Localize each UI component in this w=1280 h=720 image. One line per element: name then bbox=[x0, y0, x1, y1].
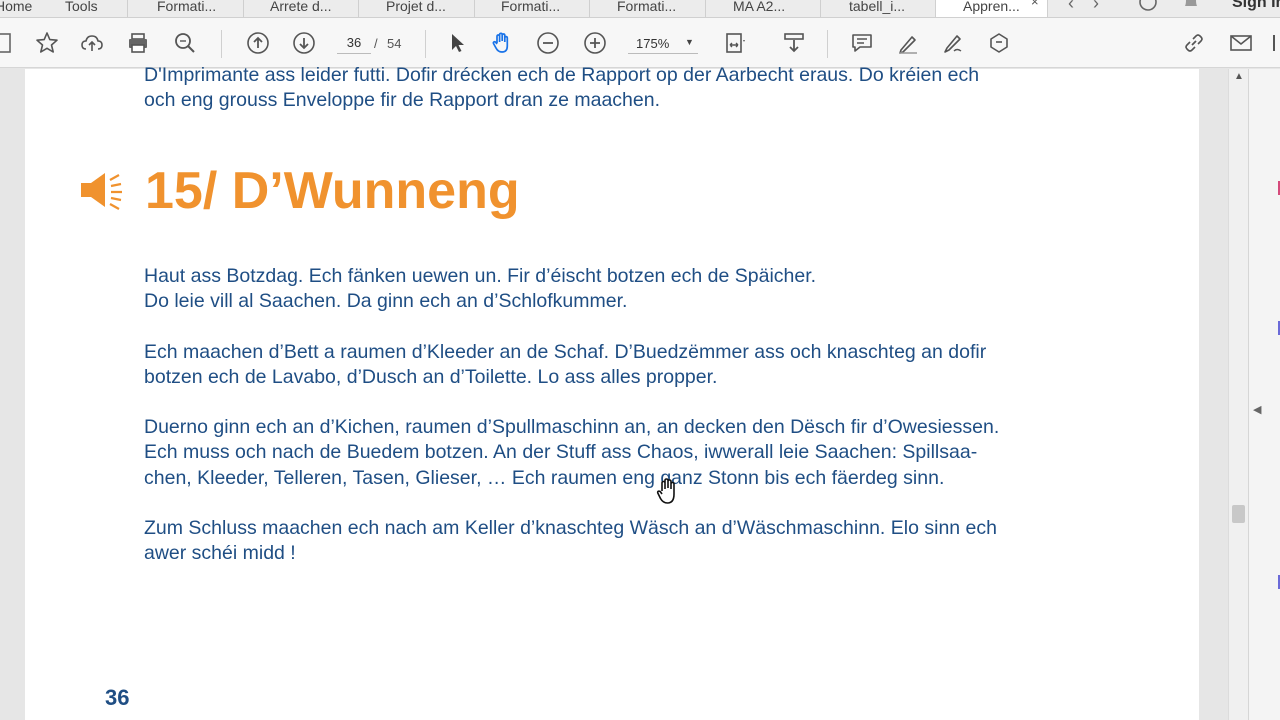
email-icon[interactable] bbox=[1229, 31, 1253, 55]
scroll-mode-icon[interactable] bbox=[782, 31, 806, 55]
toolbar-divider bbox=[221, 30, 222, 58]
tab-home[interactable]: Home bbox=[0, 0, 32, 17]
zoom-search-icon[interactable] bbox=[173, 31, 197, 55]
tab-document[interactable]: Formati... bbox=[617, 0, 676, 17]
bookmark-star-icon[interactable] bbox=[35, 31, 59, 55]
body-text-line: Duerno ginn ech an d’Kichen, raumen d’Sp… bbox=[144, 416, 1000, 438]
tab-divider bbox=[127, 0, 128, 17]
share-link-icon[interactable] bbox=[1182, 31, 1206, 55]
page-up-icon[interactable] bbox=[246, 31, 270, 55]
tab-document[interactable]: Formati... bbox=[157, 0, 216, 17]
tab-document[interactable]: Arrete d... bbox=[270, 0, 331, 17]
page-total: 54 bbox=[387, 36, 402, 51]
sign-in-link[interactable]: Sign In bbox=[1232, 0, 1280, 12]
tab-tools[interactable]: Tools bbox=[65, 0, 98, 17]
vertical-scrollbar[interactable]: ▲ bbox=[1228, 69, 1248, 720]
body-text-line: Zum Schluss maachen ech nach am Keller d… bbox=[144, 517, 997, 539]
body-text-line: botzen ech de Lavabo, d’Dusch an d’Toile… bbox=[144, 366, 718, 388]
body-text-line: Haut ass Botzdag. Ech fänken uewen un. F… bbox=[144, 265, 817, 287]
tab-divider bbox=[474, 0, 475, 17]
page-number-input[interactable] bbox=[337, 32, 371, 54]
pdf-page: D'Imprimante ass leider futti. Dofir dré… bbox=[25, 64, 1199, 720]
cloud-upload-icon[interactable] bbox=[80, 31, 104, 55]
stamp-icon[interactable] bbox=[987, 31, 1011, 55]
tab-divider bbox=[243, 0, 244, 17]
document-viewer[interactable]: D'Imprimante ass leider futti. Dofir dré… bbox=[0, 64, 1228, 720]
tab-document[interactable]: MA A2... bbox=[733, 0, 785, 17]
body-text-line: D'Imprimante ass leider futti. Dofir dré… bbox=[144, 64, 980, 86]
body-text-line: Ech maachen d’Bett a raumen d’Kleeder an… bbox=[144, 341, 987, 363]
tab-close-icon[interactable]: × bbox=[1031, 0, 1039, 9]
scroll-up-icon[interactable]: ▲ bbox=[1234, 71, 1244, 82]
tab-document[interactable]: tabell_i... bbox=[849, 0, 905, 17]
sign-pen-icon[interactable] bbox=[941, 31, 965, 55]
tab-divider bbox=[820, 0, 821, 17]
collapse-pane-icon[interactable]: ◀ bbox=[1253, 403, 1261, 416]
document-tab-bar: Home Tools Formati... Arrete d... Projet… bbox=[0, 0, 1280, 18]
body-text-line: Do leie vill al Saachen. Da ginn ech an … bbox=[144, 290, 628, 312]
tab-document[interactable]: Formati... bbox=[501, 0, 560, 17]
page-number-label: 36 bbox=[105, 685, 130, 710]
hand-cursor-icon bbox=[655, 477, 681, 507]
help-icon[interactable] bbox=[1138, 0, 1158, 17]
print-icon[interactable] bbox=[126, 31, 150, 55]
section-heading: 15/ D’Wunneng bbox=[145, 162, 520, 220]
toolbar-divider bbox=[827, 30, 828, 58]
tab-divider bbox=[358, 0, 359, 17]
notification-bell-icon[interactable] bbox=[1181, 0, 1201, 17]
tab-divider bbox=[705, 0, 706, 17]
highlight-pen-icon[interactable] bbox=[896, 31, 920, 55]
more-icon[interactable] bbox=[1268, 31, 1280, 55]
zoom-in-icon[interactable] bbox=[583, 31, 607, 55]
tab-document[interactable]: Projet d... bbox=[386, 0, 446, 17]
zoom-out-icon[interactable] bbox=[536, 31, 560, 55]
chevron-down-icon[interactable]: ▼ bbox=[685, 37, 694, 47]
select-arrow-icon[interactable] bbox=[446, 31, 470, 55]
speaker-audio-icon[interactable] bbox=[79, 167, 125, 213]
scrollbar-thumb[interactable] bbox=[1232, 505, 1245, 523]
create-pdf-icon[interactable] bbox=[0, 31, 18, 55]
toolbar-divider bbox=[425, 30, 426, 58]
page-separator: / bbox=[374, 36, 378, 51]
right-tools-pane: ◀ bbox=[1248, 69, 1280, 720]
tab-scroll-left-icon[interactable]: ‹ bbox=[1068, 0, 1074, 14]
main-toolbar: / 54 175% ▼ bbox=[0, 18, 1280, 68]
body-text-line: chen, Kleeder, Telleren, Tasen, Glieser,… bbox=[144, 467, 945, 489]
page-down-icon[interactable] bbox=[292, 31, 316, 55]
tab-scroll-right-icon[interactable]: › bbox=[1093, 0, 1099, 14]
comment-icon[interactable] bbox=[850, 31, 874, 55]
hand-tool-icon[interactable] bbox=[490, 31, 514, 55]
tab-divider bbox=[589, 0, 590, 17]
body-text-line: awer schéi midd ! bbox=[144, 542, 296, 564]
fit-page-icon[interactable] bbox=[723, 31, 747, 55]
body-text-line: Ech muss och nach de Buedem botzen. An d… bbox=[144, 441, 978, 463]
body-text-line: och eng grouss Enveloppe fir de Rapport … bbox=[144, 89, 660, 111]
